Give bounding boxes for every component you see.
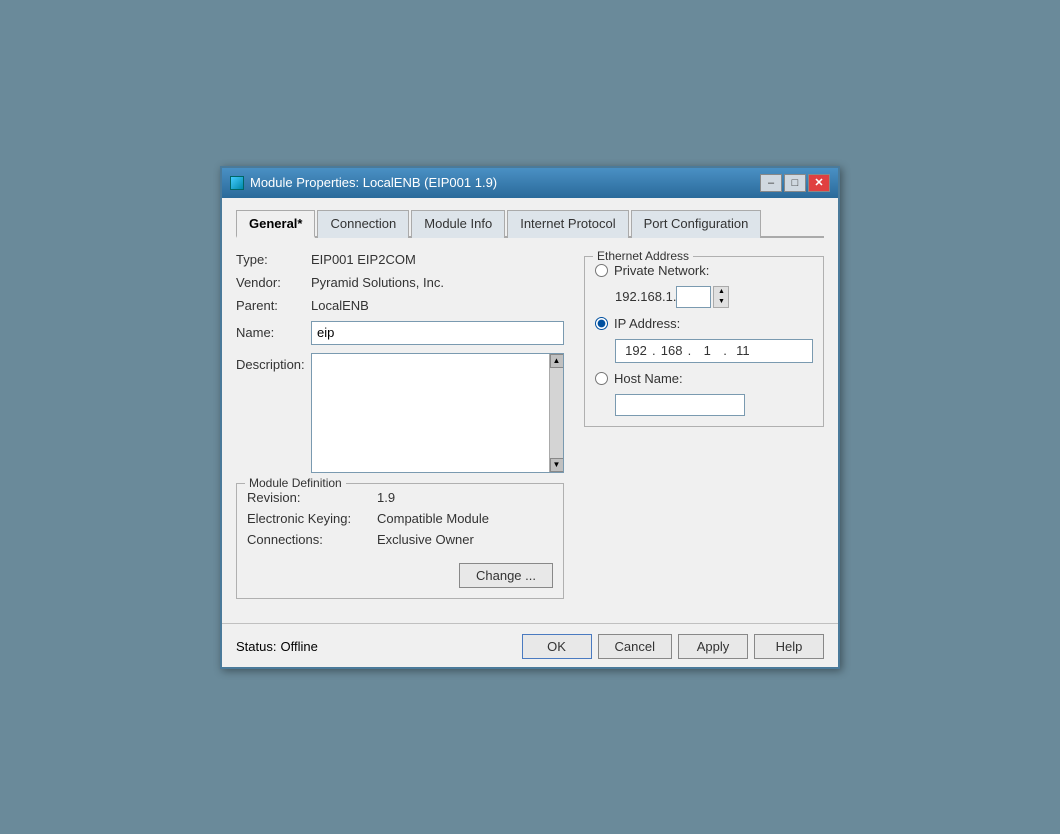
minimize-button[interactable]: – <box>760 174 782 192</box>
tab-bar: General* Connection Module Info Internet… <box>236 208 824 238</box>
ip-part-2: 168 <box>658 343 686 358</box>
ip-address-box: 192 . 168 . 1 . 11 <box>615 339 813 363</box>
host-name-label: Host Name: <box>614 371 704 386</box>
cancel-button[interactable]: Cancel <box>598 634 672 659</box>
apply-button[interactable]: Apply <box>678 634 748 659</box>
ip-address-radio[interactable] <box>595 317 608 330</box>
description-textarea[interactable] <box>312 354 549 472</box>
ip-dot-1: . <box>650 343 658 358</box>
content-area: General* Connection Module Info Internet… <box>222 198 838 613</box>
parent-row: Parent: LocalENB <box>236 298 564 313</box>
ok-button[interactable]: OK <box>522 634 592 659</box>
vendor-row: Vendor: Pyramid Solutions, Inc. <box>236 275 564 290</box>
right-panel: Ethernet Address Private Network: 192.16… <box>584 252 824 599</box>
ip-address-label: IP Address: <box>614 316 704 331</box>
private-network-label: Private Network: <box>614 263 709 278</box>
ip-part-4: 11 <box>729 343 757 358</box>
ip-part-1: 192 <box>622 343 650 358</box>
window-icon <box>230 176 244 190</box>
main-window: Module Properties: LocalENB (EIP001 1.9)… <box>220 166 840 669</box>
window-title: Module Properties: LocalENB (EIP001 1.9) <box>250 175 497 190</box>
left-panel: Type: EIP001 EIP2COM Vendor: Pyramid Sol… <box>236 252 564 599</box>
title-bar-left: Module Properties: LocalENB (EIP001 1.9) <box>230 175 497 190</box>
close-button[interactable]: ✕ <box>808 174 830 192</box>
private-network-row: Private Network: <box>595 263 813 278</box>
scroll-down-button[interactable]: ▼ <box>550 458 564 472</box>
status-label: Status: <box>236 639 276 654</box>
parent-label: Parent: <box>236 298 311 313</box>
ip-address-value-row: 192 . 168 . 1 . 11 <box>615 339 813 363</box>
status-value: Offline <box>280 639 317 654</box>
change-button-row: Change ... <box>247 563 553 588</box>
module-definition-group: Module Definition Revision: 1.9 Electron… <box>236 483 564 599</box>
ip-address-row: IP Address: <box>595 316 813 331</box>
status-bar: Status: Offline OK Cancel Apply Help <box>222 623 838 667</box>
tab-connection[interactable]: Connection <box>317 210 409 238</box>
description-label: Description: <box>236 353 311 372</box>
title-buttons: – □ ✕ <box>760 174 830 192</box>
description-scrollbar: ▲ ▼ <box>549 354 563 472</box>
spinner-down-button[interactable]: ▼ <box>714 297 728 307</box>
electronic-keying-label: Electronic Keying: <box>247 511 377 526</box>
spinner-up-button[interactable]: ▲ <box>714 287 728 297</box>
revision-row: Revision: 1.9 <box>247 490 553 505</box>
tab-general[interactable]: General* <box>236 210 315 238</box>
footer-buttons: OK Cancel Apply Help <box>522 634 824 659</box>
electronic-keying-value: Compatible Module <box>377 511 489 526</box>
form-section: Type: EIP001 EIP2COM Vendor: Pyramid Sol… <box>236 252 824 599</box>
name-input[interactable] <box>311 321 564 345</box>
module-definition-title: Module Definition <box>245 476 346 490</box>
tab-internet-protocol[interactable]: Internet Protocol <box>507 210 628 238</box>
host-name-value-row <box>615 394 813 416</box>
ip-dot-2: . <box>686 343 694 358</box>
status-area: Status: Offline <box>236 639 318 654</box>
ethernet-title: Ethernet Address <box>593 249 693 263</box>
connections-label: Connections: <box>247 532 377 547</box>
name-label: Name: <box>236 325 311 340</box>
description-area-wrapper: ▲ ▼ <box>311 353 564 473</box>
name-row: Name: <box>236 321 564 345</box>
connections-value: Exclusive Owner <box>377 532 474 547</box>
host-name-radio[interactable] <box>595 372 608 385</box>
spinner-arrows: ▲ ▼ <box>713 286 729 308</box>
scroll-up-button[interactable]: ▲ <box>550 354 564 368</box>
help-button[interactable]: Help <box>754 634 824 659</box>
type-row: Type: EIP001 EIP2COM <box>236 252 564 267</box>
type-label: Type: <box>236 252 311 267</box>
electronic-keying-row: Electronic Keying: Compatible Module <box>247 511 553 526</box>
description-row: Description: ▲ ▼ <box>236 353 564 473</box>
host-name-row: Host Name: <box>595 371 813 386</box>
private-network-radio[interactable] <box>595 264 608 277</box>
maximize-button[interactable]: □ <box>784 174 806 192</box>
vendor-label: Vendor: <box>236 275 311 290</box>
tab-module-info[interactable]: Module Info <box>411 210 505 238</box>
ip-part-3: 1 <box>693 343 721 358</box>
host-name-input[interactable] <box>615 394 745 416</box>
connections-row: Connections: Exclusive Owner <box>247 532 553 547</box>
tab-port-configuration[interactable]: Port Configuration <box>631 210 762 238</box>
title-bar: Module Properties: LocalENB (EIP001 1.9)… <box>222 168 838 198</box>
private-network-prefix: 192.168.1. <box>615 289 676 304</box>
ethernet-group: Ethernet Address Private Network: 192.16… <box>584 256 824 427</box>
private-network-value-row: 192.168.1. ▲ ▼ <box>615 286 813 308</box>
revision-label: Revision: <box>247 490 377 505</box>
private-network-spinner: ▲ ▼ <box>676 286 729 308</box>
change-button[interactable]: Change ... <box>459 563 553 588</box>
vendor-value: Pyramid Solutions, Inc. <box>311 275 444 290</box>
revision-value: 1.9 <box>377 490 395 505</box>
parent-value: LocalENB <box>311 298 369 313</box>
type-value: EIP001 EIP2COM <box>311 252 416 267</box>
private-network-input[interactable] <box>676 286 711 308</box>
ip-dot-3: . <box>721 343 729 358</box>
